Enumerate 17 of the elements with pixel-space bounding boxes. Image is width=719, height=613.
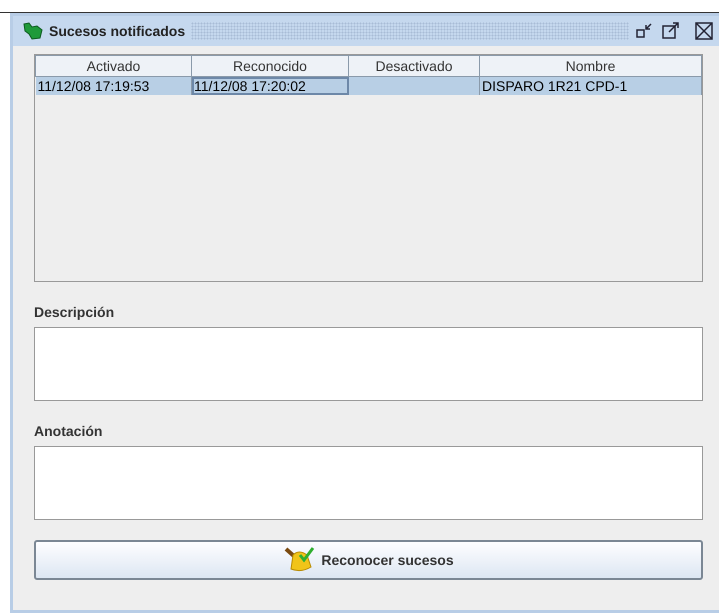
column-header[interactable]: Reconocido [192,56,348,76]
column-header[interactable]: Nombre [480,56,702,76]
field-label: Descripción [34,304,116,320]
window-title: Sucesos notificados [49,23,186,39]
maximize-icon[interactable] [661,22,681,40]
text-area[interactable] [34,446,703,520]
acknowledge-button[interactable]: Reconocer sucesos [34,540,703,580]
table-row[interactable]: 11/12/08 17:19:53 11/12/08 17:20:02 DISPARO 1R21 CPD-1 [36,76,702,95]
text-area[interactable] [34,327,703,401]
table-cell: 11/12/08 17:20:02 [194,78,306,94]
table-cell: 11/12/08 17:19:53 [38,78,150,94]
close-icon[interactable] [695,22,713,40]
table-cell: DISPARO 1R21 CPD-1 [482,78,628,94]
field-label: Anotación [34,423,104,439]
column-header[interactable]: Activado [36,56,192,76]
column-header[interactable]: Desactivado [348,56,480,76]
map-icon [23,22,43,40]
